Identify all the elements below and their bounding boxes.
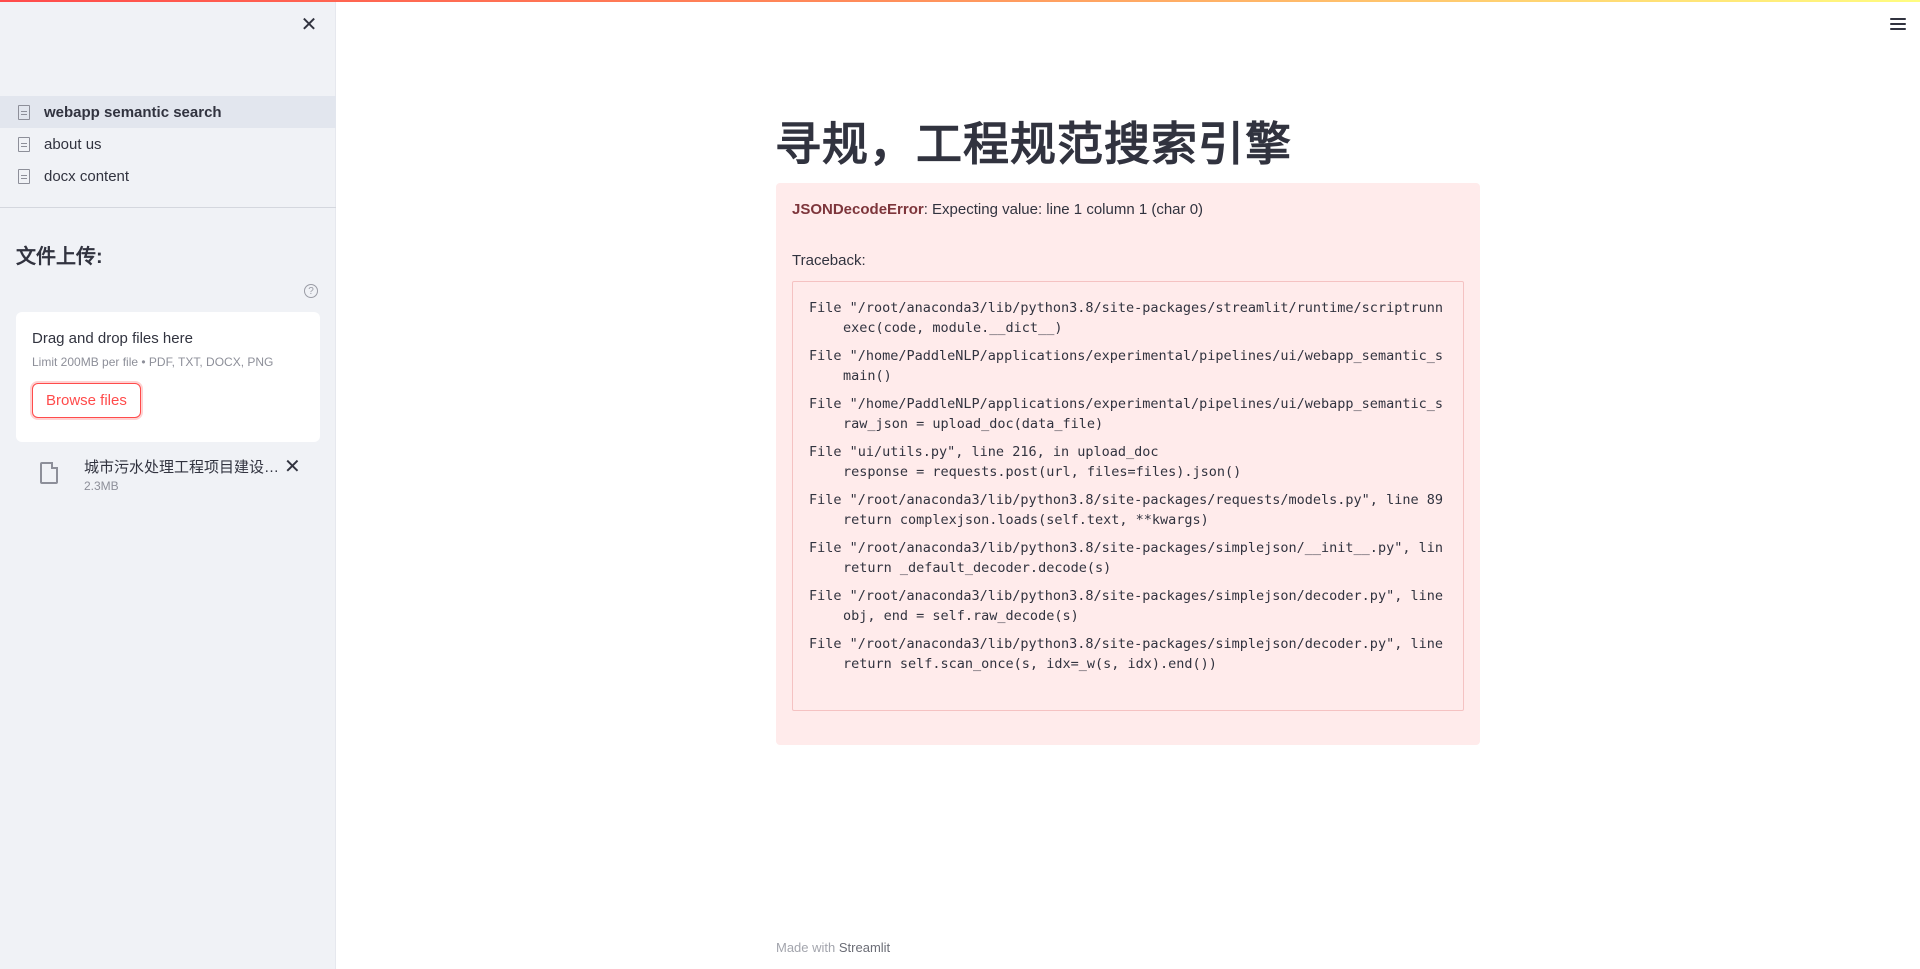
top-decoration-bar xyxy=(0,0,1920,2)
traceback-file-line: File "/root/anaconda3/lib/python3.8/site… xyxy=(809,588,1443,604)
sidebar: ✕ webapp semantic search about us docx c… xyxy=(0,0,336,969)
error-message: JSONDecodeError: Expecting value: line 1… xyxy=(792,201,1464,218)
nav-item-label: webapp semantic search xyxy=(44,103,222,121)
traceback-label: Traceback: xyxy=(792,252,866,269)
traceback-frame: File "/home/PaddleNLP/applications/exper… xyxy=(809,394,1463,434)
traceback-file-line: File "/root/anaconda3/lib/python3.8/site… xyxy=(809,492,1443,508)
traceback-frame: File "ui/utils.py", line 216, in upload_… xyxy=(809,442,1463,482)
browse-files-button[interactable]: Browse files xyxy=(32,383,141,418)
document-icon xyxy=(18,136,30,152)
uploaded-file-item: 城市污水处理工程项目建设标准 2.3MB ✕ xyxy=(40,454,310,498)
traceback-file-line: File "/root/anaconda3/lib/python3.8/site… xyxy=(809,540,1443,556)
file-dropzone[interactable]: Drag and drop files here Limit 200MB per… xyxy=(16,312,320,442)
nav-item-label: about us xyxy=(44,135,102,153)
traceback-file-line: File "/root/anaconda3/lib/python3.8/site… xyxy=(809,300,1443,316)
remove-file-icon[interactable]: ✕ xyxy=(284,454,301,479)
dropzone-title: Drag and drop files here xyxy=(32,330,193,347)
footer-prefix: Made with xyxy=(776,940,839,955)
traceback-statement: main() xyxy=(843,368,892,384)
traceback-frame: File "/root/anaconda3/lib/python3.8/site… xyxy=(809,634,1463,674)
nav-item-about-us[interactable]: about us xyxy=(0,128,336,160)
document-icon xyxy=(18,168,30,184)
dropzone-limit: Limit 200MB per file • PDF, TXT, DOCX, P… xyxy=(32,355,274,369)
traceback-statement: return _default_decoder.decode(s) xyxy=(843,560,1112,576)
traceback-frame: File "/root/anaconda3/lib/python3.8/site… xyxy=(809,490,1463,530)
file-icon xyxy=(40,462,58,484)
traceback-statement: return complexjson.loads(self.text, **kw… xyxy=(843,512,1209,528)
traceback-frame: File "/home/PaddleNLP/applications/exper… xyxy=(809,346,1463,386)
nav-item-label: docx content xyxy=(44,167,130,185)
nav-item-docx-content[interactable]: docx content xyxy=(0,160,336,192)
traceback-file-line: File "/root/anaconda3/lib/python3.8/site… xyxy=(809,636,1443,652)
traceback-statement: response = requests.post(url, files=file… xyxy=(843,464,1242,480)
sidebar-divider xyxy=(0,207,336,208)
uploaded-file-size: 2.3MB xyxy=(84,479,119,493)
traceback-file-line: File "/home/PaddleNLP/applications/exper… xyxy=(809,348,1443,364)
error-type: JSONDecodeError xyxy=(792,201,924,218)
traceback-statement: return self.scan_once(s, idx=_w(s, idx).… xyxy=(843,656,1217,672)
page-navigation: webapp semantic search about us docx con… xyxy=(0,96,336,192)
traceback-frame: File "/root/anaconda3/lib/python3.8/site… xyxy=(809,298,1463,338)
page-title: 寻规，工程规范搜索引擎 xyxy=(775,118,1292,170)
traceback-frame: File "/root/anaconda3/lib/python3.8/site… xyxy=(809,586,1463,626)
document-icon xyxy=(18,104,30,120)
error-box: JSONDecodeError: Expecting value: line 1… xyxy=(776,183,1480,745)
footer: Made with Streamlit xyxy=(776,940,890,955)
error-detail: : Expecting value: line 1 column 1 (char… xyxy=(923,201,1204,218)
uploaded-file-name: 城市污水处理工程项目建设标准 xyxy=(84,459,284,476)
nav-item-webapp-semantic-search[interactable]: webapp semantic search xyxy=(0,96,336,128)
traceback-frame: File "/root/anaconda3/lib/python3.8/site… xyxy=(809,538,1463,578)
traceback-statement: exec(code, module.__dict__) xyxy=(843,320,1063,336)
close-sidebar-icon[interactable]: ✕ xyxy=(299,14,319,36)
traceback-statement: raw_json = upload_doc(data_file) xyxy=(843,416,1104,432)
hamburger-menu-icon[interactable] xyxy=(1890,18,1906,30)
traceback-file-line: File "ui/utils.py", line 216, in upload_… xyxy=(809,444,1159,460)
traceback-statement: obj, end = self.raw_decode(s) xyxy=(843,608,1079,624)
streamlit-link[interactable]: Streamlit xyxy=(839,940,890,955)
upload-section-title: 文件上传: xyxy=(16,246,103,268)
traceback-code-block: File "/root/anaconda3/lib/python3.8/site… xyxy=(792,281,1464,711)
traceback-file-line: File "/home/PaddleNLP/applications/exper… xyxy=(809,396,1443,412)
help-icon[interactable]: ? xyxy=(304,284,318,298)
